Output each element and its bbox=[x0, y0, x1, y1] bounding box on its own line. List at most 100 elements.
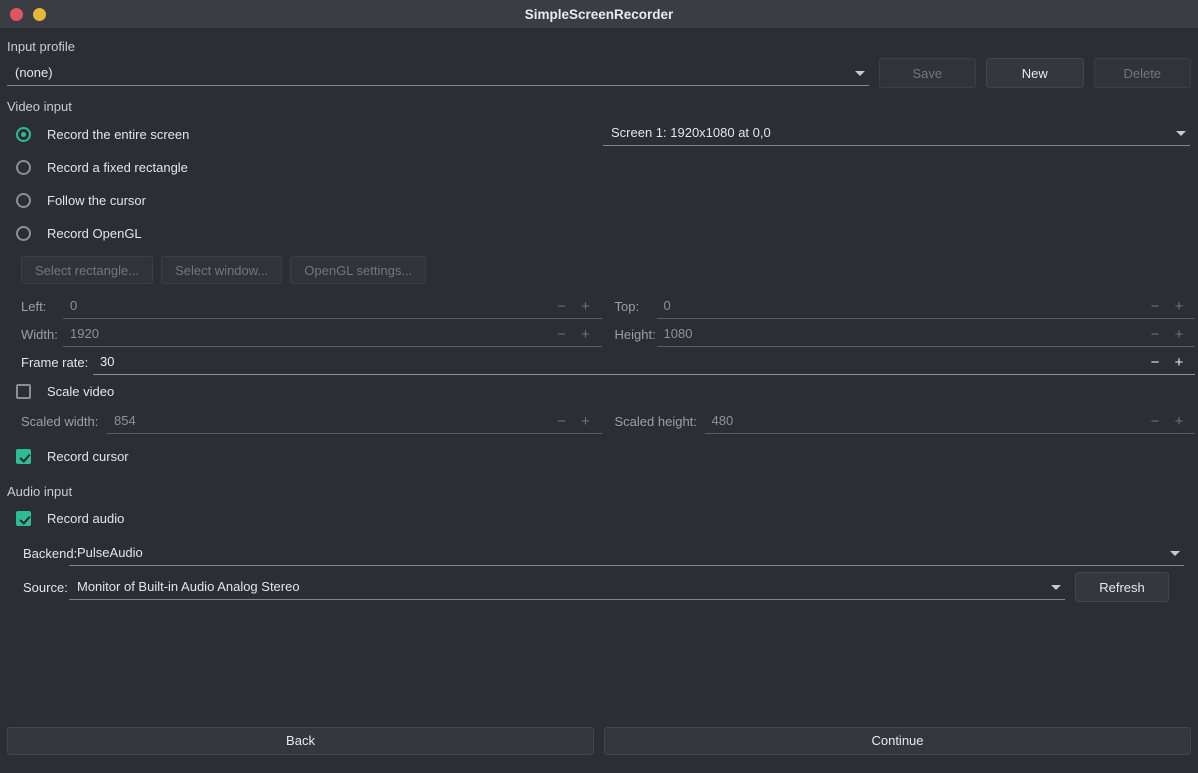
geometry-grid: Left: 0 − + Top: 0 − + Width: 1920 − + H… bbox=[7, 292, 1195, 376]
scaled-height-input[interactable]: 480 bbox=[704, 409, 1195, 434]
radio-follow-cursor-label: Follow the cursor bbox=[47, 193, 146, 208]
scale-video-checkbox-row[interactable]: Scale video bbox=[7, 376, 1191, 407]
capture-target-buttons: Select rectangle... Select window... Ope… bbox=[7, 256, 1191, 284]
radio-fixed-rectangle-label: Record a fixed rectangle bbox=[47, 160, 188, 175]
width-stepper: − + bbox=[550, 323, 598, 345]
screen-selector-value: Screen 1: 1920x1080 at 0,0 bbox=[611, 125, 771, 140]
scaled-height-increment-icon[interactable]: + bbox=[1167, 410, 1191, 432]
input-profile-combo[interactable]: (none) bbox=[7, 60, 869, 86]
left-spinner: Left: 0 − + bbox=[7, 294, 602, 319]
footer-buttons: Back Continue bbox=[0, 720, 1198, 773]
chevron-down-icon bbox=[1176, 130, 1186, 136]
select-rectangle-button[interactable]: Select rectangle... bbox=[21, 256, 154, 284]
backend-combo[interactable]: PulseAudio bbox=[69, 540, 1184, 566]
radio-opengl-label: Record OpenGL bbox=[47, 226, 142, 241]
backend-label: Backend: bbox=[23, 545, 78, 561]
page-content: Input profile (none) Save New Delete Vid… bbox=[0, 39, 1198, 602]
record-audio-checkbox[interactable] bbox=[16, 511, 31, 526]
scaled-width-increment-icon[interactable]: + bbox=[574, 410, 598, 432]
input-profile-row: (none) Save New Delete bbox=[7, 58, 1191, 88]
left-increment-icon[interactable]: + bbox=[574, 295, 598, 317]
left-label: Left: bbox=[21, 298, 47, 314]
radio-opengl-indicator[interactable] bbox=[16, 226, 31, 241]
top-spinner: Top: 0 − + bbox=[601, 294, 1195, 319]
radio-record-fixed-rectangle[interactable]: Record a fixed rectangle bbox=[7, 151, 1191, 184]
top-increment-icon[interactable]: + bbox=[1167, 295, 1191, 317]
video-input-section-label: Video input bbox=[7, 99, 72, 114]
frame-rate-row: Frame rate: 30 − + bbox=[7, 348, 1195, 376]
scaled-height-stepper: − + bbox=[1143, 410, 1191, 432]
top-stepper: − + bbox=[1143, 295, 1191, 317]
scaled-height-label: Scaled height: bbox=[614, 413, 697, 429]
input-profile-value: (none) bbox=[15, 65, 53, 80]
select-window-button[interactable]: Select window... bbox=[161, 256, 283, 284]
radio-record-opengl[interactable]: Record OpenGL bbox=[7, 217, 1191, 250]
source-label: Source: bbox=[23, 579, 68, 595]
top-label: Top: bbox=[614, 298, 640, 314]
audio-input-section-label: Audio input bbox=[7, 484, 73, 499]
scaled-height-decrement-icon[interactable]: − bbox=[1143, 410, 1167, 432]
refresh-button[interactable]: Refresh bbox=[1075, 572, 1169, 602]
frame-rate-decrement-icon[interactable]: − bbox=[1143, 351, 1167, 373]
scaled-width-label: Scaled width: bbox=[21, 413, 99, 429]
opengl-settings-button[interactable]: OpenGL settings... bbox=[290, 256, 427, 284]
chevron-down-icon bbox=[1051, 584, 1061, 590]
top-decrement-icon[interactable]: − bbox=[1143, 295, 1167, 317]
scaled-width-spinner: Scaled width: 854 − + bbox=[7, 409, 602, 434]
input-profile-section-label: Input profile bbox=[7, 39, 75, 54]
top-input[interactable]: 0 bbox=[656, 294, 1195, 319]
frame-rate-label: Frame rate: bbox=[21, 354, 89, 370]
radio-entire-screen-label: Record the entire screen bbox=[47, 127, 190, 142]
title-bar: SimpleScreenRecorder bbox=[0, 0, 1198, 28]
minimize-icon[interactable] bbox=[33, 7, 46, 21]
width-input[interactable]: 1920 bbox=[63, 322, 602, 347]
frame-rate-spinner: Frame rate: 30 − + bbox=[7, 350, 1195, 375]
chevron-down-icon bbox=[854, 70, 865, 76]
backend-row: Backend: PulseAudio bbox=[7, 538, 1191, 568]
record-cursor-checkbox[interactable] bbox=[16, 449, 31, 464]
height-spinner: Height: 1080 − + bbox=[601, 322, 1195, 347]
radio-follow-cursor-indicator[interactable] bbox=[16, 193, 31, 208]
source-row: Source: Monitor of Built-in Audio Analog… bbox=[7, 572, 1191, 602]
chevron-down-icon bbox=[1170, 550, 1180, 556]
width-increment-icon[interactable]: + bbox=[574, 323, 598, 345]
scaled-size-row: Scaled width: 854 − + Scaled height: 480… bbox=[7, 407, 1195, 435]
height-label: Height: bbox=[614, 326, 656, 342]
height-stepper: − + bbox=[1143, 323, 1191, 345]
width-height-row: Width: 1920 − + Height: 1080 − + bbox=[7, 320, 1195, 348]
frame-rate-input[interactable]: 30 bbox=[93, 350, 1195, 375]
frame-rate-increment-icon[interactable]: + bbox=[1167, 351, 1191, 373]
left-stepper: − + bbox=[550, 295, 598, 317]
height-decrement-icon[interactable]: − bbox=[1143, 323, 1167, 345]
record-audio-checkbox-row[interactable]: Record audio bbox=[7, 503, 1191, 534]
left-input[interactable]: 0 bbox=[63, 294, 602, 319]
new-profile-button[interactable]: New bbox=[986, 58, 1084, 88]
scaled-width-decrement-icon[interactable]: − bbox=[550, 410, 574, 432]
window-controls bbox=[0, 7, 46, 21]
source-combo[interactable]: Monitor of Built-in Audio Analog Stereo bbox=[69, 574, 1065, 600]
width-label: Width: bbox=[21, 326, 58, 342]
radio-fixed-rectangle-indicator[interactable] bbox=[16, 160, 31, 175]
record-audio-label: Record audio bbox=[47, 511, 125, 526]
height-increment-icon[interactable]: + bbox=[1167, 323, 1191, 345]
height-input[interactable]: 1080 bbox=[656, 322, 1195, 347]
delete-profile-button[interactable]: Delete bbox=[1093, 58, 1191, 88]
continue-button[interactable]: Continue bbox=[604, 726, 1191, 755]
frame-rate-stepper: − + bbox=[1143, 351, 1191, 373]
window-title: SimpleScreenRecorder bbox=[524, 6, 674, 22]
scaled-width-stepper: − + bbox=[550, 410, 598, 432]
scaled-height-spinner: Scaled height: 480 − + bbox=[601, 409, 1195, 434]
save-profile-button[interactable]: Save bbox=[878, 58, 977, 88]
width-decrement-icon[interactable]: − bbox=[550, 323, 574, 345]
back-button[interactable]: Back bbox=[7, 726, 594, 755]
scale-video-checkbox[interactable] bbox=[16, 384, 31, 399]
source-value: Monitor of Built-in Audio Analog Stereo bbox=[77, 579, 300, 594]
scaled-width-input[interactable]: 854 bbox=[107, 409, 602, 434]
backend-value: PulseAudio bbox=[77, 545, 143, 560]
screen-selector-combo[interactable]: Screen 1: 1920x1080 at 0,0 bbox=[603, 120, 1190, 146]
left-decrement-icon[interactable]: − bbox=[550, 295, 574, 317]
close-icon[interactable] bbox=[10, 7, 23, 21]
record-cursor-checkbox-row[interactable]: Record cursor bbox=[7, 441, 1191, 472]
radio-follow-cursor[interactable]: Follow the cursor bbox=[7, 184, 1191, 217]
radio-entire-screen-indicator[interactable] bbox=[16, 127, 31, 142]
